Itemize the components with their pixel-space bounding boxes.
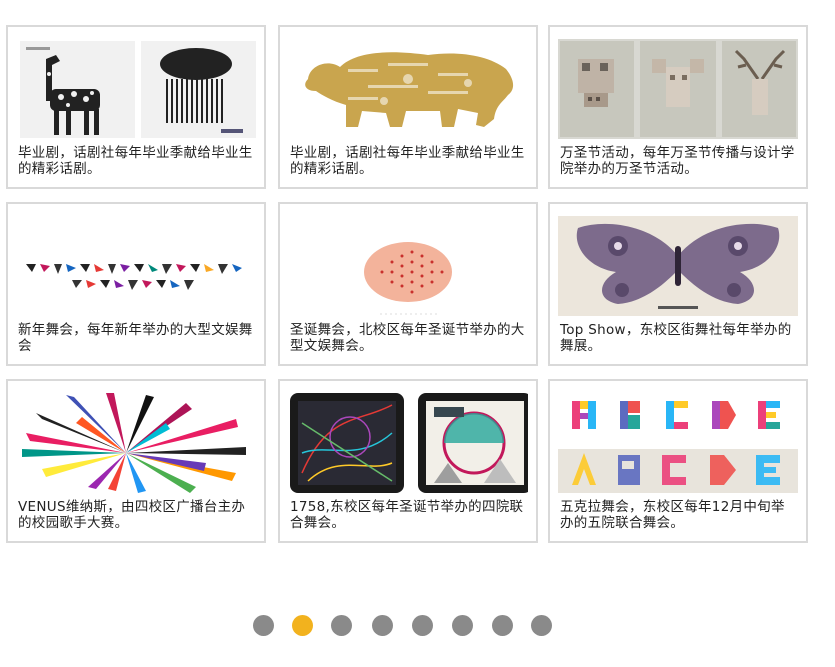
gallery-card[interactable]: Top Show，东校区街舞社每年举办的舞展。 [548,202,808,366]
card-image [558,216,798,316]
gallery-card[interactable]: VENUS维纳斯，由四校区广播台主办的校园歌手大赛。 [6,379,266,543]
gallery-card[interactable]: 圣诞舞会，北校区每年圣诞节举办的大型文娱舞会。 [278,202,538,366]
card-image [16,216,256,316]
card-image [16,393,256,493]
gallery-card[interactable]: 新年舞会，每年新年举办的大型文娱舞会 [6,202,266,366]
pagination-dot[interactable] [292,615,313,636]
card-caption: VENUS维纳斯，由四校区广播台主办的校园歌手大赛。 [18,499,246,531]
gallery-grid: 毕业剧，话剧社每年毕业季献给毕业生的精彩话剧。 毕业剧，话剧社每年毕业季献给毕业… [0,0,835,560]
card-image [558,39,798,139]
card-caption: 五克拉舞会，东校区每年12月中旬举办的五院联合舞会。 [560,499,785,531]
gallery-card[interactable]: 1758,东校区每年圣诞节举办的四院联合舞会。 [278,379,538,543]
card-caption: 毕业剧，话剧社每年毕业季献给毕业生的精彩话剧。 [18,145,253,177]
card-image [558,393,798,493]
gallery-card[interactable]: 万圣节活动，每年万圣节传播与设计学院举办的万圣节活动。 [548,25,808,189]
card-caption: 万圣节活动，每年万圣节传播与设计学院举办的万圣节活动。 [560,145,795,177]
card-caption: 新年舞会，每年新年举办的大型文娱舞会 [18,322,253,354]
gallery-card[interactable]: 五克拉舞会，东校区每年12月中旬举办的五院联合舞会。 [548,379,808,543]
pagination-dot[interactable] [253,615,274,636]
gallery-card[interactable]: 毕业剧，话剧社每年毕业季献给毕业生的精彩话剧。 [6,25,266,189]
pagination-dot[interactable] [452,615,473,636]
pagination-dot[interactable] [531,615,552,636]
gallery-card[interactable]: 毕业剧，话剧社每年毕业季献给毕业生的精彩话剧。 [278,25,538,189]
pagination-dot[interactable] [331,615,352,636]
card-image [16,39,256,139]
card-caption: 圣诞舞会，北校区每年圣诞节举办的大型文娱舞会。 [290,322,525,354]
pagination-dot[interactable] [412,615,433,636]
pagination-dot[interactable] [492,615,513,636]
card-caption: Top Show，东校区街舞社每年举办的舞展。 [560,322,792,354]
card-caption: 毕业剧，话剧社每年毕业季献给毕业生的精彩话剧。 [290,145,525,177]
card-caption: 1758,东校区每年圣诞节举办的四院联合舞会。 [290,499,524,531]
card-image [288,393,528,493]
card-image [288,216,528,316]
card-image [288,39,528,139]
pagination-dot[interactable] [372,615,393,636]
pagination-dots [0,615,835,639]
